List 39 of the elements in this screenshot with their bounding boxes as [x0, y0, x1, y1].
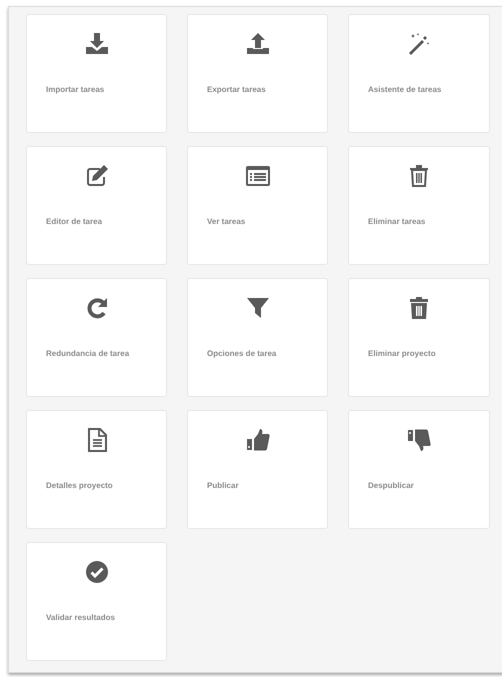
- tile-label: Validar resultados: [46, 612, 115, 624]
- tool-tile[interactable]: Eliminar proyecto: [348, 278, 490, 397]
- tile-label: Exportar tareas: [207, 84, 266, 96]
- magic-wand-icon: [409, 33, 430, 55]
- trash-icon: [410, 297, 428, 319]
- redo-icon: [87, 298, 106, 318]
- tile-label: Editor de tarea: [46, 216, 102, 228]
- tool-tile[interactable]: Publicar: [187, 410, 328, 529]
- edit-icon: [86, 165, 108, 186]
- filter-icon: [246, 298, 268, 318]
- tool-tile[interactable]: Exportar tareas: [187, 14, 328, 133]
- thumbs-up-icon: [246, 429, 270, 450]
- trash-icon: [410, 165, 428, 187]
- tool-tile[interactable]: Asistente de tareas: [348, 14, 490, 133]
- tile-label: Despublicar: [368, 480, 414, 492]
- tool-tile[interactable]: Ver tareas: [187, 146, 328, 265]
- list-window-icon: [246, 166, 270, 186]
- tile-label: Asistente de tareas: [368, 84, 442, 96]
- tool-tile[interactable]: Opciones de tarea: [187, 278, 328, 397]
- tile-label: Redundancia de tarea: [46, 348, 130, 360]
- tool-tile[interactable]: Detalles proyecto: [26, 410, 167, 529]
- tile-label: Publicar: [207, 480, 239, 492]
- tile-label: Opciones de tarea: [207, 348, 276, 360]
- tile-label: Eliminar proyecto: [368, 348, 436, 360]
- tool-tile[interactable]: Despublicar: [348, 410, 490, 529]
- thumbs-down-icon: [408, 430, 431, 451]
- tool-tile[interactable]: Editor de tarea: [26, 146, 167, 265]
- check-circle-icon: [86, 561, 108, 583]
- tool-tile[interactable]: Eliminar tareas: [348, 146, 490, 265]
- tile-label: Eliminar tareas: [368, 216, 426, 228]
- document-icon: [88, 428, 106, 452]
- tile-label: Ver tareas: [207, 216, 246, 228]
- tile-label: Importar tareas: [46, 84, 104, 96]
- download-icon: [86, 33, 108, 54]
- tile-label: Detalles proyecto: [46, 480, 113, 492]
- tool-tile[interactable]: Validar resultados: [26, 542, 167, 661]
- tool-tile[interactable]: Importar tareas: [26, 14, 167, 133]
- tool-tile[interactable]: Redundancia de tarea: [26, 278, 167, 397]
- upload-icon: [246, 33, 268, 54]
